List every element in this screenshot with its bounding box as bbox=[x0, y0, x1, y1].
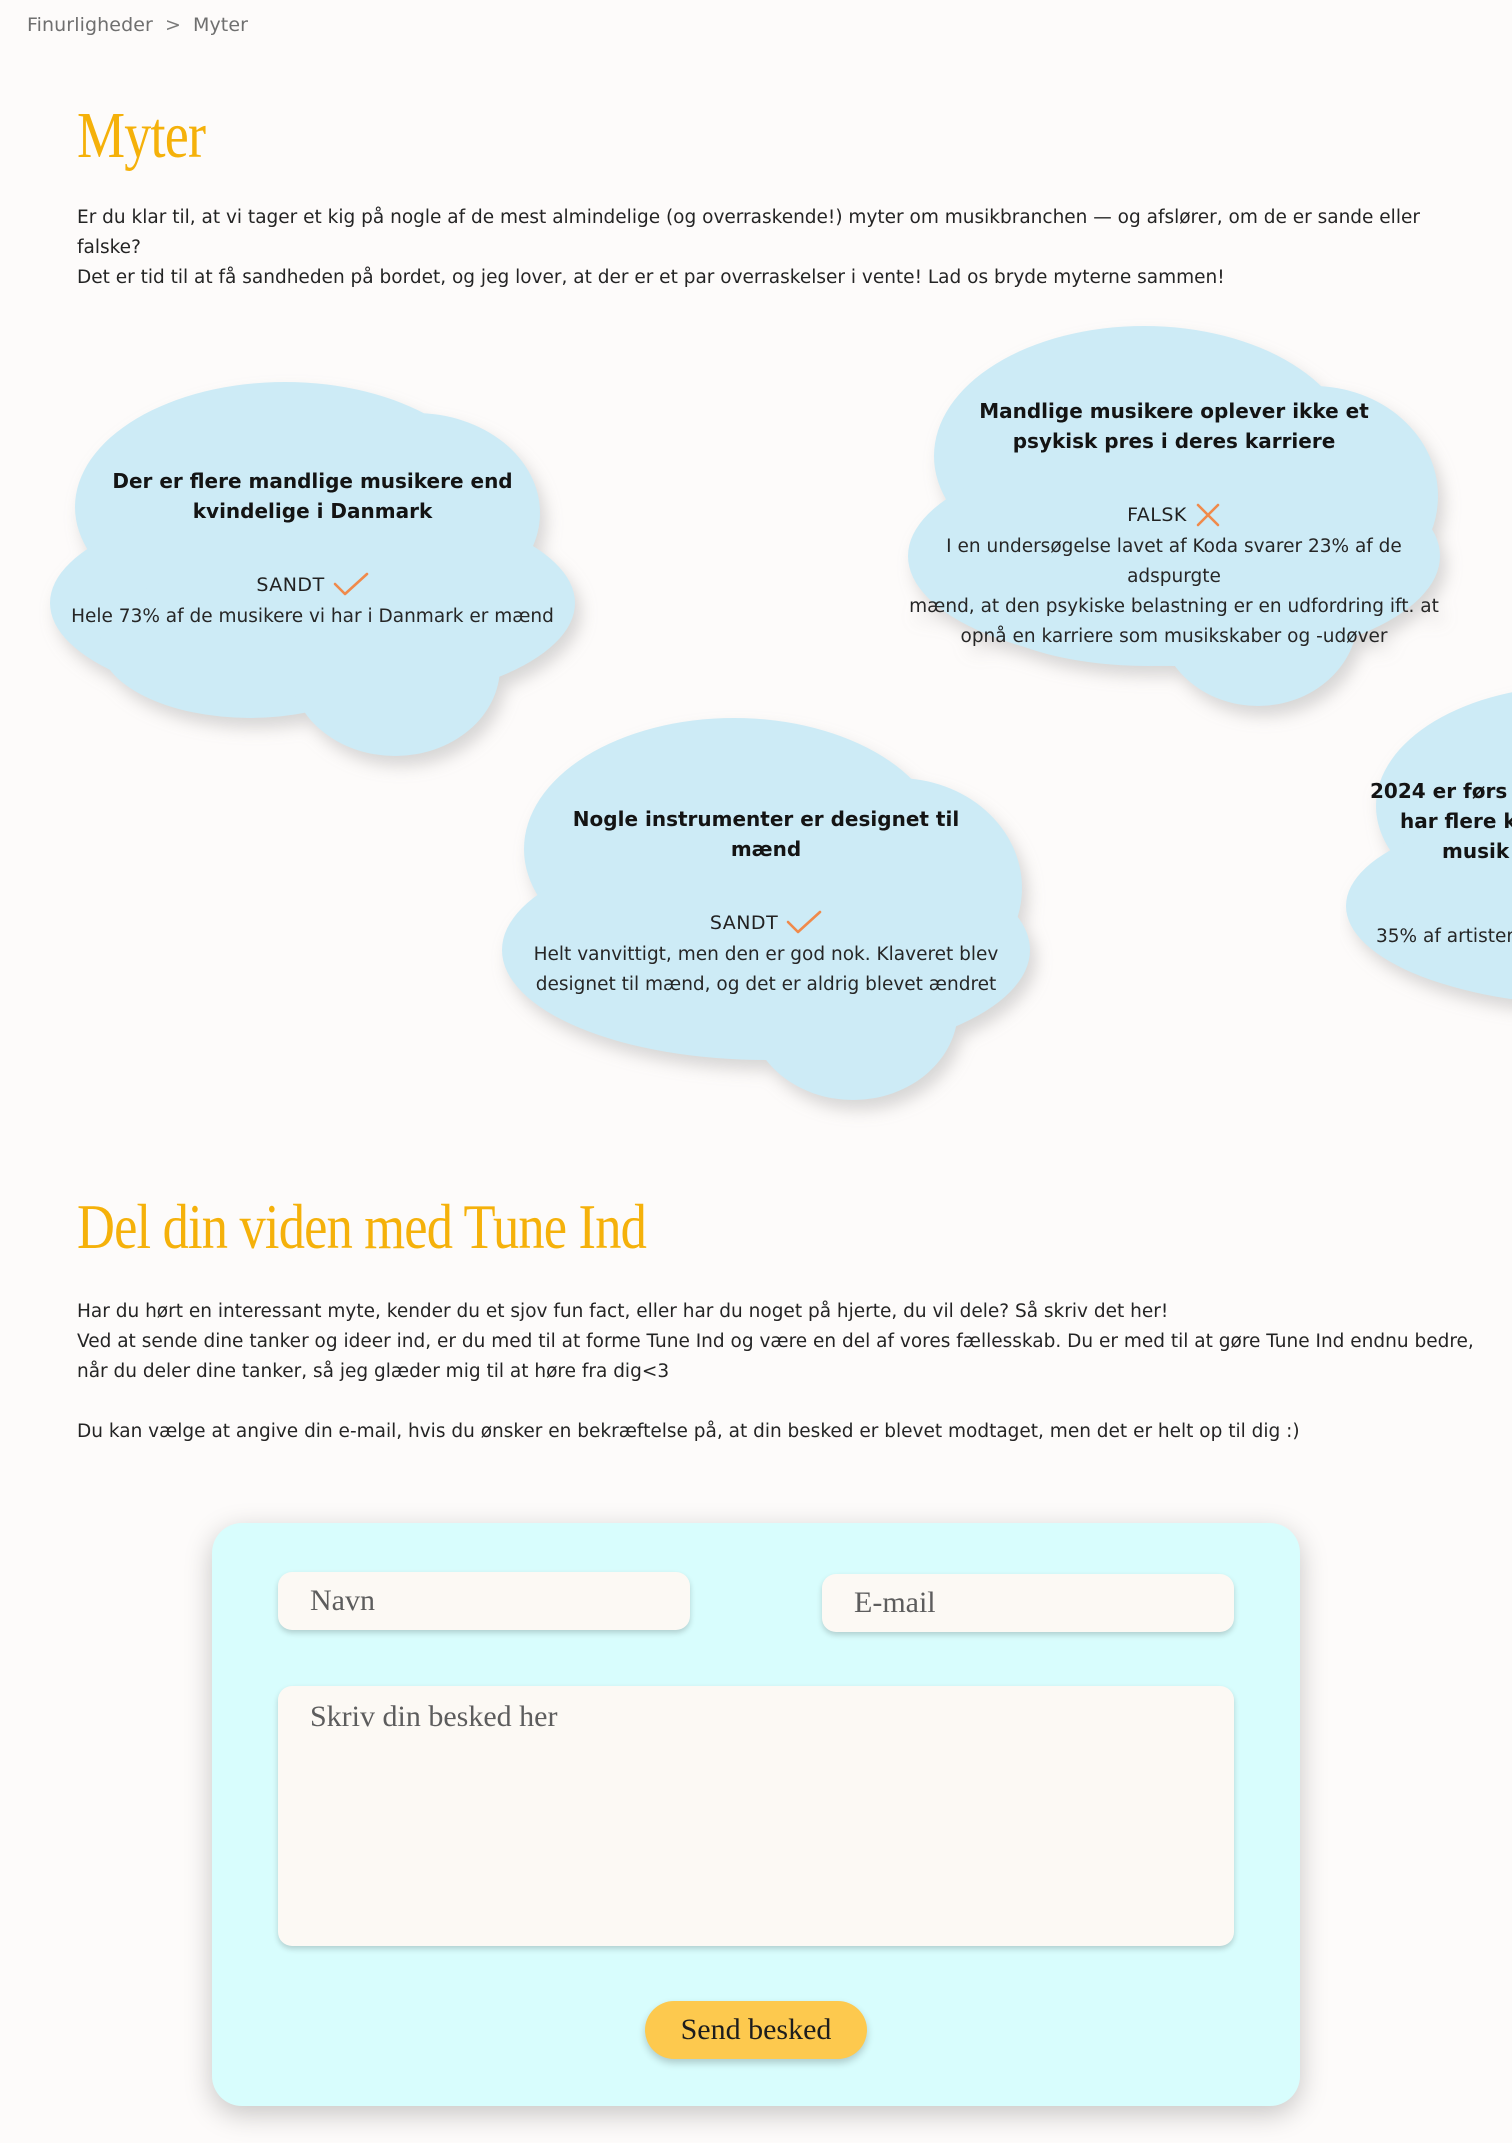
myth-cloud-2[interactable]: Mandlige musikere oplever ikke et psykis… bbox=[908, 326, 1440, 708]
contact-form: Send besked bbox=[212, 1523, 1300, 2106]
myth-cloud-4[interactable]: 2024 er førs har flere k musik 35% af ar… bbox=[1346, 686, 1512, 1036]
share-text-line-3: når du deler dine tanker, så jeg glæder … bbox=[77, 1361, 670, 1382]
check-icon bbox=[333, 572, 368, 596]
page-title: Myter bbox=[77, 99, 206, 172]
message-field[interactable] bbox=[278, 1686, 1234, 1946]
myth-description: 35% af artistern k bbox=[1376, 926, 1512, 947]
breadcrumb: Finurligheder > Myter bbox=[27, 14, 248, 36]
myth-title: Mandlige musikere oplever ikke et psykis… bbox=[979, 399, 1369, 453]
cross-icon bbox=[1196, 503, 1220, 527]
breadcrumb-separator: > bbox=[164, 14, 181, 36]
myths-intro: Er du klar til, at vi tager et kig på no… bbox=[77, 203, 1477, 293]
breadcrumb-current: Myter bbox=[192, 14, 249, 36]
myth-title: 2024 er førs har flere k musik bbox=[1370, 779, 1512, 863]
share-text-line-1: Har du hørt en interessant myte, kender … bbox=[77, 1301, 1169, 1322]
myth-cloud-4-clip: 2024 er førs har flere k musik 35% af ar… bbox=[1340, 680, 1512, 1040]
myth-cloud-1[interactable]: Der er flere mandlige musikere end kvind… bbox=[50, 378, 575, 758]
share-section-text: Har du hørt en interessant myte, kender … bbox=[77, 1297, 1477, 1447]
share-text-line-4: Du kan vælge at angive din e-mail, hvis … bbox=[77, 1421, 1300, 1442]
verdict-true: SANDT bbox=[60, 572, 565, 598]
send-message-button[interactable]: Send besked bbox=[645, 2001, 867, 2059]
myth-description: I en undersøgelse lavet af Koda svarer 2… bbox=[909, 536, 1439, 647]
breadcrumb-link-finurligheder[interactable]: Finurligheder bbox=[27, 14, 153, 36]
check-icon bbox=[786, 910, 822, 934]
myth-cloud-3[interactable]: Nogle instrumenter er designet til mænd … bbox=[502, 718, 1030, 1100]
myth-title: Der er flere mandlige musikere end kvind… bbox=[112, 469, 513, 523]
verdict-false: FALSK bbox=[908, 502, 1440, 528]
share-text-line-2: Ved at sende dine tanker og ideer ind, e… bbox=[77, 1331, 1474, 1352]
myth-description: Hele 73% af de musikere vi har i Danmark… bbox=[71, 606, 554, 627]
verdict-true: SANDT bbox=[502, 910, 1030, 936]
email-field[interactable] bbox=[822, 1574, 1234, 1632]
share-section-title: Del din viden med Tune Ind bbox=[77, 1191, 647, 1262]
myths-intro-line-2: Det er tid til at få sandheden på bordet… bbox=[77, 267, 1225, 288]
myths-intro-line-1: Er du klar til, at vi tager et kig på no… bbox=[77, 207, 1420, 258]
myth-title: Nogle instrumenter er designet til mænd bbox=[572, 807, 960, 861]
myth-description: Helt vanvittigt, men den er god nok. Kla… bbox=[533, 944, 999, 995]
name-field[interactable] bbox=[278, 1572, 690, 1630]
